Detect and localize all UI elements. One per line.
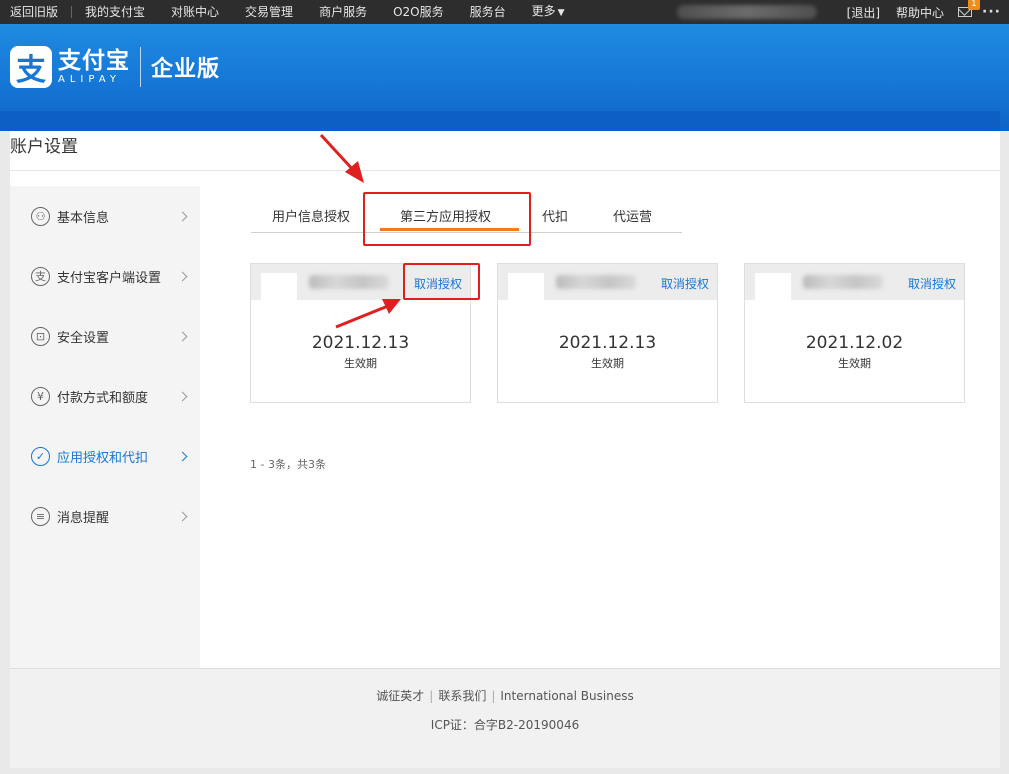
chevron-right-icon [177,331,188,341]
footer-contact-link[interactable]: 联系我们 [438,689,486,703]
annotation-box-revoke [403,263,480,300]
logo-divider [140,47,141,87]
nav-transactions-link[interactable]: 交易管理 [232,0,306,24]
effective-date: 2021.12.13 [558,333,657,353]
blurred-app-name [309,275,389,289]
page-footer: 诚征英才 | 联系我们 | International Business ICP证：合字… [10,668,1000,768]
effective-date-label: 生效期 [838,357,871,370]
nav-more-menu[interactable]: 更多 ▼ [519,0,578,25]
app-card-header: 取消授权 [498,264,717,300]
footer-careers-link[interactable]: 诚征英才 [376,689,424,703]
top-nav-bar: 返回旧版 我的支付宝 对账中心 交易管理 商户服务 O2O服务 服务台 更多 ▼ … [0,0,1009,24]
annotation-box-tab [363,192,531,246]
top-nav-links: 返回旧版 我的支付宝 对账中心 交易管理 商户服务 O2O服务 服务台 更多 ▼ [0,0,578,24]
tab-withholding[interactable]: 代扣 [542,209,568,227]
sidebar-item-app-authorization[interactable]: ✓ 应用授权和代扣 [10,436,200,476]
app-card: 取消授权 2021.12.02 生效期 [744,263,965,403]
app-logo [261,273,297,300]
page-edge [1000,131,1009,774]
nav-reconciliation-link[interactable]: 对账中心 [158,0,232,24]
sidebar-item-label: 安全设置 [57,330,110,346]
tab-agency-operation[interactable]: 代运营 [613,209,652,227]
blurred-app-name [556,275,636,289]
brand-header: 支 支付宝 ALIPAY 企业版 [0,24,1009,131]
chevron-right-icon [177,511,188,521]
revoke-authorization-link[interactable]: 取消授权 [661,275,709,292]
edition-label: 企业版 [151,57,221,82]
chevron-right-icon [177,271,188,281]
sidebar-item-label: 消息提醒 [57,510,110,526]
effective-date: 2021.12.13 [311,333,410,353]
top-nav-user-area: [退出] 帮助中心 1 ··· [676,0,1009,24]
sidebar-item-label: 基本信息 [57,210,110,226]
sidebar-item-notifications[interactable]: ≡ 消息提醒 [10,496,200,536]
sidebar-item-basic-info[interactable]: ⚇ 基本信息 [10,196,200,236]
nav-old-version-link[interactable]: 返回旧版 [0,0,71,24]
mail-badge: 1 [968,0,980,10]
chevron-right-icon [177,451,188,461]
brand-name-cn: 支付宝 [58,48,130,74]
logout-link[interactable]: [退出] [839,4,888,21]
sidebar-item-security[interactable]: ⊡ 安全设置 [10,316,200,356]
tab-user-info-authorization[interactable]: 用户信息授权 [272,209,350,227]
app-logo [755,273,791,300]
effective-date-label: 生效期 [591,357,624,370]
sidebar-item-label: 付款方式和额度 [57,390,149,406]
settings-sidebar: ⚇ 基本信息 支 支付宝客户端设置 ⊡ 安全设置 ¥ 付款方式和额度 ✓ 应用授… [10,186,200,668]
app-card-header: 取消授权 [745,264,964,300]
footer-separator: | [491,689,496,703]
nav-my-alipay-link[interactable]: 我的支付宝 [72,0,158,24]
lock-icon: ⊡ [31,326,50,346]
logo-text: 支付宝 ALIPAY [58,48,130,86]
sidebar-item-payment-methods[interactable]: ¥ 付款方式和额度 [10,376,200,416]
sidebar-item-label: 支付宝客户端设置 [57,270,162,286]
nav-more-label: 更多 [531,4,556,18]
nav-merchant-services-link[interactable]: 商户服务 [306,0,380,24]
message-icon: ≡ [31,506,50,526]
footer-icp-license: ICP证：合字B2-20190046 [430,718,580,732]
effective-date-label: 生效期 [344,357,377,370]
effective-date: 2021.12.02 [805,333,904,353]
footer-links: 诚征英才 | 联系我们 | International Business [10,687,1000,704]
title-divider [10,170,1000,171]
pagination-summary: 1 - 3条，共3条 [250,458,326,471]
mail-icon[interactable]: 1 [958,0,980,17]
revoke-authorization-link[interactable]: 取消授权 [908,275,956,292]
sidebar-item-client-settings[interactable]: 支 支付宝客户端设置 [10,256,200,296]
nav-service-desk-link[interactable]: 服务台 [457,0,519,24]
page-title: 账户设置 [10,137,78,157]
yen-icon: ¥ [31,386,50,406]
header-band [0,111,1000,131]
app-logo [508,273,544,300]
alipay-icon: 支 [31,266,50,286]
help-center-link[interactable]: 帮助中心 [888,4,952,21]
footer-international-link[interactable]: International Business [500,689,633,703]
footer-separator: | [429,689,434,703]
sidebar-item-label: 应用授权和代扣 [57,450,149,466]
brand-name-en: ALIPAY [58,74,121,85]
chevron-right-icon [177,391,188,401]
alipay-logo-icon: 支 [10,46,52,88]
blurred-app-name [803,275,883,289]
chevron-right-icon [177,211,188,221]
alipay-logo[interactable]: 支 支付宝 ALIPAY 企业版 [10,46,220,88]
caret-down-icon: ▼ [557,8,565,18]
nav-o2o-link[interactable]: O2O服务 [380,0,457,24]
blurred-account-name [676,5,817,19]
app-card: 取消授权 2021.12.13 生效期 [497,263,718,403]
user-icon: ⚇ [31,206,50,226]
check-icon: ✓ [31,446,50,466]
more-dots-icon[interactable]: ··· [982,4,1009,20]
